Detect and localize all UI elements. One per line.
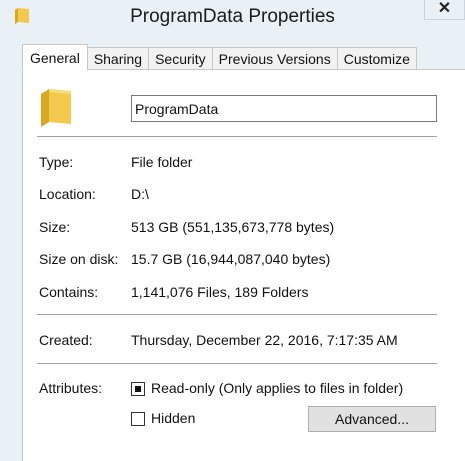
window-title: ProgramData Properties xyxy=(130,6,335,27)
created-label: Created: xyxy=(39,332,93,348)
advanced-button[interactable]: Advanced... xyxy=(308,406,436,432)
contains-label: Contains: xyxy=(39,284,99,300)
tab-security[interactable]: Security xyxy=(149,47,213,69)
divider xyxy=(37,363,437,364)
close-button[interactable]: ✕ xyxy=(424,0,465,20)
general-panel: Type: File folder Location: D:\ Size: 51… xyxy=(22,69,465,461)
size-value: 513 GB (551,135,673,778 bytes) xyxy=(131,219,335,235)
location-label: Location: xyxy=(39,186,96,202)
location-value: D:\ xyxy=(131,186,149,202)
indeterminate-mark xyxy=(135,386,141,392)
tab-sharing[interactable]: Sharing xyxy=(87,47,150,69)
read-only-checkbox[interactable] xyxy=(131,382,145,396)
type-value: File folder xyxy=(131,154,193,170)
read-only-label[interactable]: Read-only (Only applies to files in fold… xyxy=(151,380,403,396)
title-bar: ProgramData Properties ✕ xyxy=(0,0,465,36)
tab-general[interactable]: General xyxy=(22,44,88,71)
hidden-checkbox[interactable] xyxy=(131,412,145,426)
hidden-label[interactable]: Hidden xyxy=(151,410,195,426)
type-label: Type: xyxy=(39,154,74,170)
created-value: Thursday, December 22, 2016, 7:17:35 AM xyxy=(131,332,398,348)
tab-strip: General Sharing Security Previous Versio… xyxy=(22,44,417,71)
folder-icon xyxy=(41,89,71,127)
contains-value: 1,141,076 Files, 189 Folders xyxy=(131,284,309,300)
size-on-disk-value: 15.7 GB (16,944,087,040 bytes) xyxy=(131,251,331,267)
attributes-label: Attributes: xyxy=(39,380,103,396)
folder-name-field[interactable] xyxy=(131,95,437,122)
tab-customize[interactable]: Customize xyxy=(337,47,417,69)
tab-previous-versions[interactable]: Previous Versions xyxy=(212,47,338,69)
size-on-disk-label: Size on disk: xyxy=(39,251,119,267)
size-label: Size: xyxy=(39,219,71,235)
divider xyxy=(37,314,437,315)
divider xyxy=(37,136,437,137)
